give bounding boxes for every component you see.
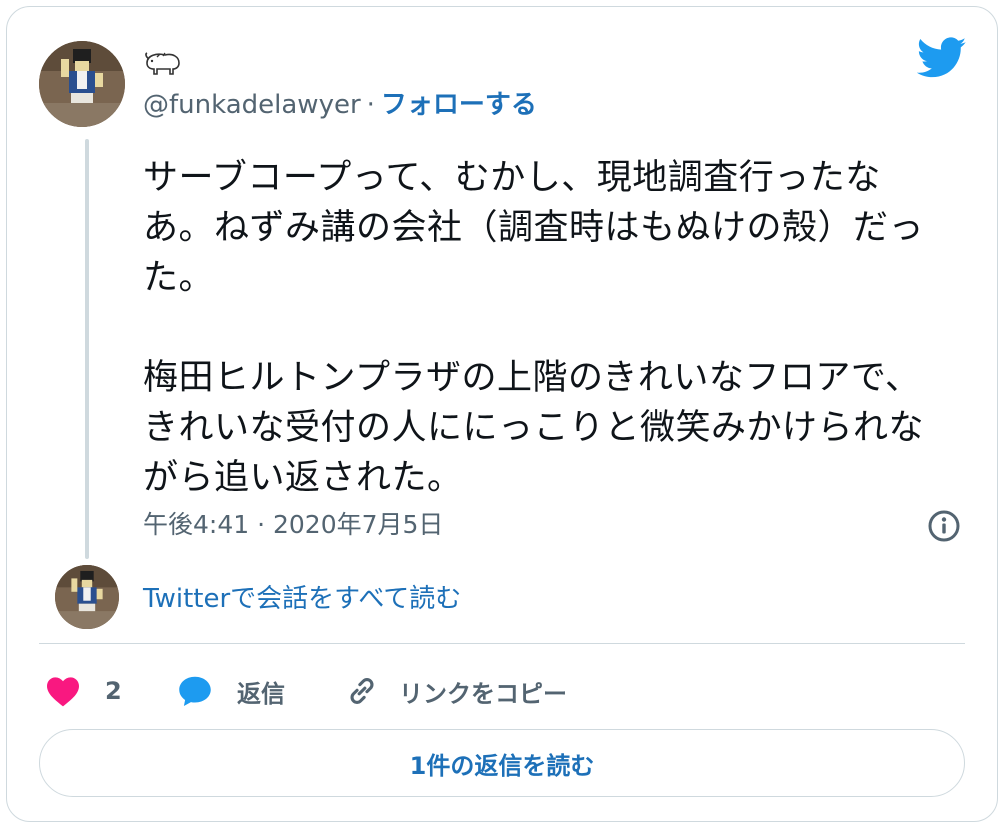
display-name[interactable]	[143, 49, 183, 79]
heart-icon	[47, 677, 79, 707]
reply-button[interactable]: 返信	[177, 669, 285, 713]
twitter-bird-icon[interactable]	[917, 37, 967, 79]
like-button[interactable]: 2	[45, 669, 122, 713]
action-bar: 2 返信 リンクをコピー	[45, 669, 945, 713]
thread-line	[85, 139, 89, 559]
copy-link-label: リンクをコピー	[399, 679, 567, 708]
link-icon	[350, 678, 374, 704]
read-replies-button[interactable]: 1件の返信を読む	[39, 729, 965, 797]
copy-link-button[interactable]: リンクをコピー	[345, 669, 567, 713]
like-count: 2	[105, 677, 122, 705]
tweet-timestamp[interactable]: 午後4:41 · 2020年7月5日	[143, 507, 443, 543]
tweet-text: サーブコープって、むかし、現地調査行ったなあ。ねずみ講の会社（調査時はもぬけの殻…	[143, 158, 925, 498]
author-avatar[interactable]	[39, 41, 125, 127]
bison-emoji-icon	[145, 52, 180, 75]
read-conversation-link[interactable]: Twitterで会話をすべて読む	[143, 581, 461, 617]
separator-dot: ·	[366, 90, 375, 120]
avatar-image	[55, 565, 119, 629]
embedded-tweet-card: @funkadelawyer · フォローする サーブコープって、むかし、現地調査行…	[6, 6, 998, 822]
handle-row: @funkadelawyer · フォローする	[143, 87, 537, 123]
divider	[39, 643, 965, 644]
avatar-image	[39, 41, 125, 127]
follow-button[interactable]: フォローする	[381, 90, 537, 120]
conversation-avatar[interactable]	[55, 565, 119, 629]
info-icon[interactable]	[927, 509, 961, 543]
speech-bubble-icon	[179, 676, 211, 706]
reply-label: 返信	[237, 679, 285, 708]
author-handle[interactable]: @funkadelawyer	[143, 90, 361, 120]
